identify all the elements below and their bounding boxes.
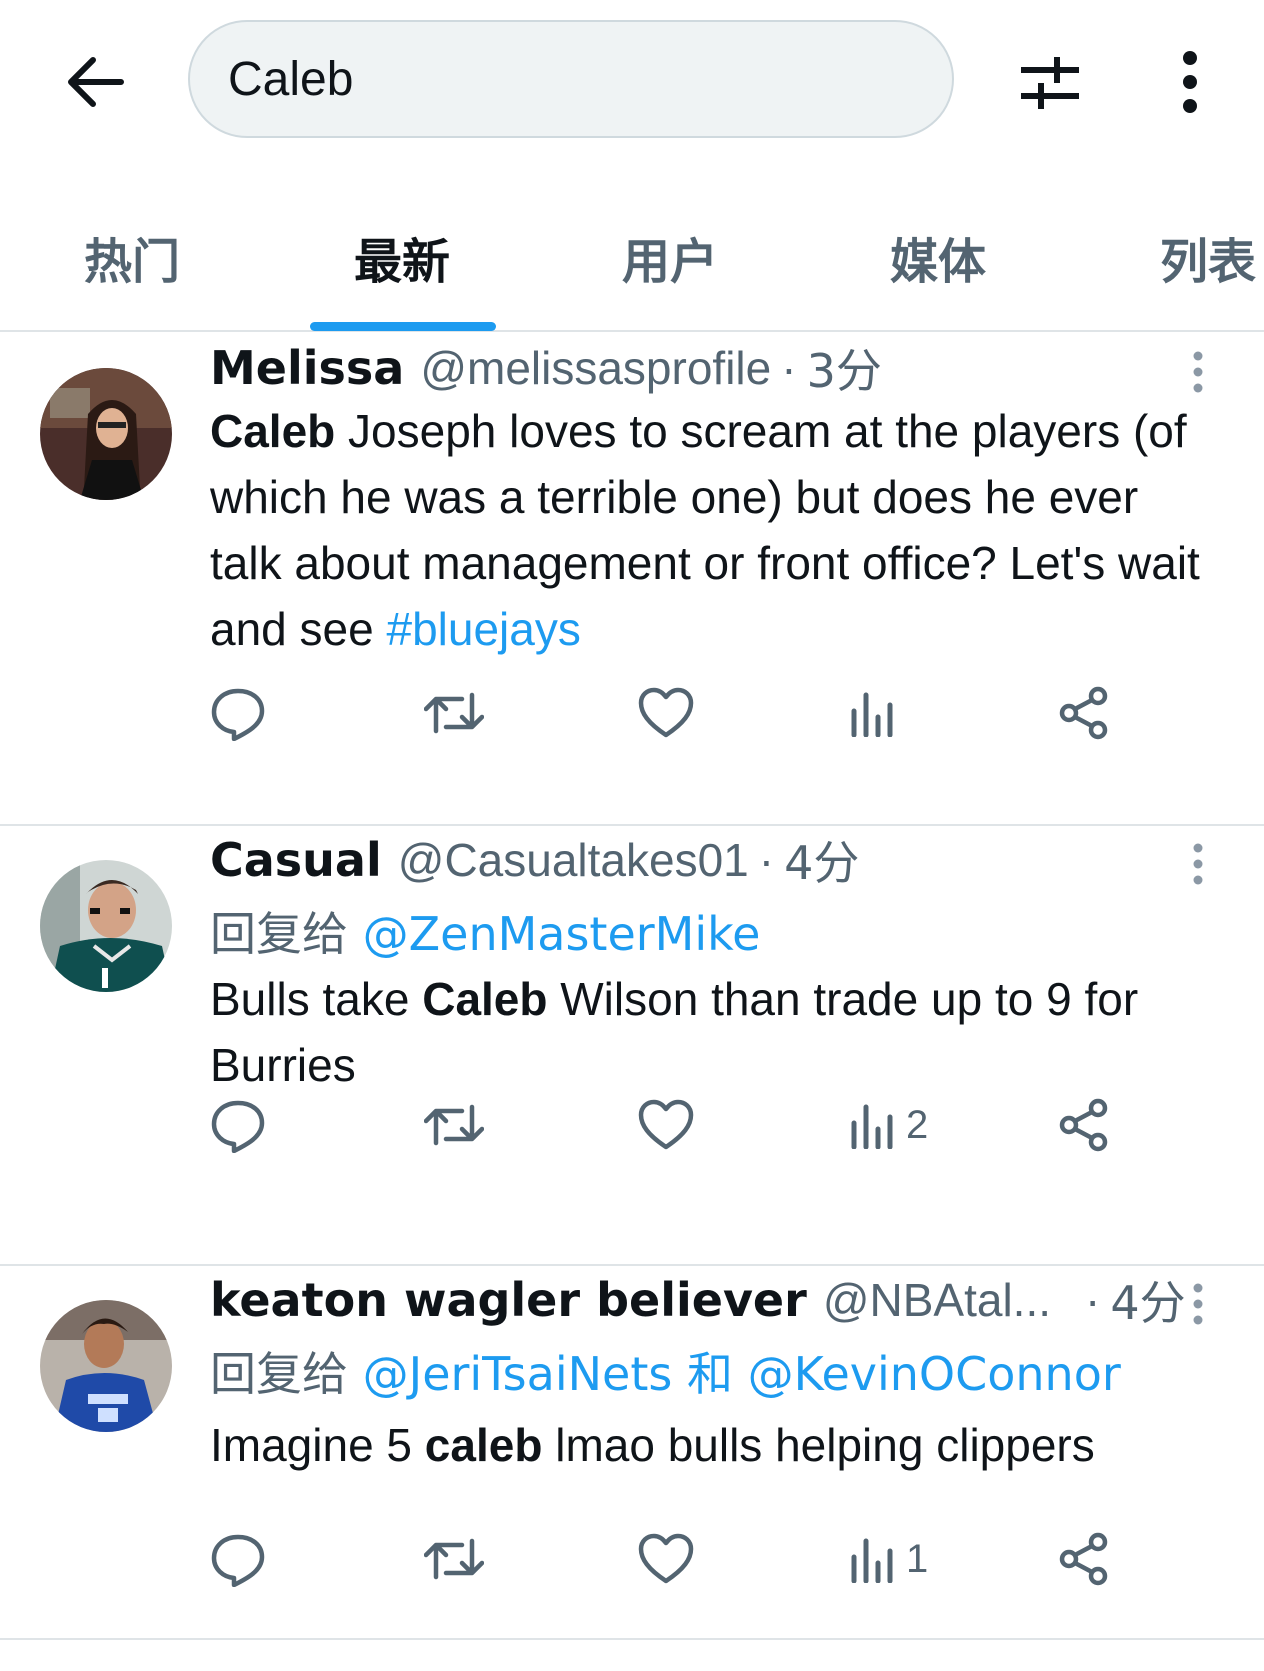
views-button[interactable]: 2 (850, 1090, 928, 1160)
display-name[interactable]: Casual (210, 833, 382, 887)
search-box[interactable] (188, 20, 954, 138)
user-handle[interactable]: @Casualtakes01 (398, 833, 749, 887)
more-vertical-icon (1183, 51, 1197, 113)
view-count: 1 (906, 1536, 929, 1581)
tweet-text: Imagine 5 caleb lmao bulls helping clipp… (210, 1412, 1220, 1478)
user-handle[interactable]: @melissasprofile (420, 341, 771, 395)
tweet-body: Joseph loves to scream at the players (o… (210, 405, 1200, 655)
mention-link[interactable]: @ZenMasterMike (363, 907, 761, 961)
tweet-text: Caleb Joseph loves to scream at the play… (210, 398, 1220, 662)
view-count: 2 (906, 1102, 929, 1147)
retweet-button[interactable] (424, 678, 484, 748)
tab-top[interactable]: 热门 (84, 222, 180, 292)
search-input[interactable] (228, 51, 908, 107)
search-tabs: 热门 最新 用户 媒体 列表 (0, 200, 1264, 332)
tweet[interactable]: Melissa @melissasprofile · 3分 Caleb Jose… (0, 334, 1264, 826)
tweet-body: lmao bulls helping clippers (542, 1419, 1095, 1471)
reply-icon (211, 1100, 265, 1153)
retweet-icon (424, 1538, 484, 1580)
tweet-body-start: Bulls take (210, 973, 423, 1025)
tab-people[interactable]: 用户 (622, 222, 718, 292)
retweet-icon (424, 1104, 484, 1146)
separator: · (758, 834, 775, 886)
retweet-button[interactable] (424, 1090, 484, 1160)
tab-media[interactable]: 媒体 (890, 222, 986, 292)
search-filter-button[interactable] (1012, 44, 1088, 120)
reply-prefix: 回复给 (210, 1347, 348, 1401)
tab-lists[interactable]: 列表 (1160, 222, 1256, 292)
tweet[interactable]: Casual @Casualtakes01 · 4分 回复给 @ZenMaste… (0, 826, 1264, 1266)
reply-icon (211, 688, 265, 741)
retweet-button[interactable] (424, 1524, 484, 1594)
reply-button[interactable] (210, 1524, 266, 1594)
like-button[interactable] (638, 1524, 694, 1594)
search-term-highlight: Caleb (210, 405, 336, 457)
back-button[interactable] (60, 46, 132, 118)
user-handle[interactable]: @NBAtal... (823, 1273, 1051, 1327)
separator: · (781, 342, 797, 394)
reply-context: 回复给 @ZenMasterMike (210, 898, 760, 964)
share-icon (1059, 686, 1108, 740)
reply-joiner: 和 (686, 1347, 733, 1401)
reply-button[interactable] (210, 678, 266, 748)
search-term-highlight: Caleb (422, 973, 548, 1025)
like-icon (638, 1099, 694, 1150)
timestamp[interactable]: 4分 (784, 827, 859, 893)
share-button[interactable] (1058, 1524, 1110, 1594)
reply-button[interactable] (210, 1090, 266, 1160)
like-button[interactable] (638, 1090, 694, 1160)
tweet-text: Bulls take Caleb Wilson than trade up to… (210, 966, 1220, 1098)
search-term-highlight: caleb (424, 1419, 543, 1471)
more-vertical-icon (1193, 843, 1203, 885)
active-tab-indicator (310, 322, 496, 331)
share-icon (1059, 1532, 1108, 1586)
more-options-button[interactable] (1152, 40, 1228, 124)
timestamp[interactable]: 4分 (1110, 1267, 1185, 1333)
views-icon (851, 1538, 893, 1583)
views-button[interactable]: 1 (850, 1524, 928, 1594)
share-button[interactable] (1058, 678, 1110, 748)
reply-context: 回复给 @JeriTsaiNets 和 @KevinOConnor (210, 1338, 1121, 1404)
views-icon (851, 692, 893, 737)
retweet-icon (424, 692, 484, 734)
mention-link[interactable]: @KevinOConnor (748, 1347, 1121, 1401)
display-name[interactable]: Melissa (210, 341, 404, 395)
tweet[interactable]: keaton wagler believer @NBAtal... · 4分 回… (0, 1266, 1264, 1640)
separator: · (1085, 1274, 1101, 1326)
tweet-header: keaton wagler believer @NBAtal... · 4分 (210, 1270, 1186, 1330)
tab-latest[interactable]: 最新 (354, 222, 450, 292)
top-bar (0, 0, 1264, 170)
filter-sliders-icon (1021, 57, 1079, 109)
like-button[interactable] (638, 678, 694, 748)
avatar[interactable] (40, 368, 172, 500)
tweet-actions: 1 (210, 1524, 1190, 1594)
views-icon (851, 1104, 893, 1149)
hashtag-link[interactable]: #bluejays (386, 603, 580, 655)
views-button[interactable] (850, 678, 906, 748)
tweet-header: Melissa @melissasprofile · 3分 (210, 338, 882, 398)
share-icon (1059, 1098, 1108, 1152)
more-vertical-icon (1193, 1283, 1203, 1325)
reply-icon (211, 1534, 265, 1587)
share-button[interactable] (1058, 1090, 1110, 1160)
tweet-actions (210, 678, 1190, 748)
tweet-more-button[interactable] (1178, 342, 1218, 402)
tweet-more-button[interactable] (1178, 834, 1218, 894)
like-icon (638, 687, 694, 738)
avatar[interactable] (40, 860, 172, 992)
back-arrow-icon (68, 57, 124, 107)
tweet-body-start: Imagine 5 (210, 1419, 425, 1471)
more-vertical-icon (1193, 351, 1203, 393)
display-name[interactable]: keaton wagler believer (210, 1273, 807, 1327)
avatar[interactable] (40, 1300, 172, 1432)
tweet-more-button[interactable] (1178, 1274, 1218, 1334)
tweet-header: Casual @Casualtakes01 · 4分 (210, 830, 859, 890)
tweet-actions: 2 (210, 1090, 1190, 1160)
reply-prefix: 回复给 (210, 907, 348, 961)
mention-link[interactable]: @JeriTsaiNets (363, 1347, 673, 1401)
timestamp[interactable]: 3分 (807, 335, 882, 401)
like-icon (638, 1533, 694, 1584)
